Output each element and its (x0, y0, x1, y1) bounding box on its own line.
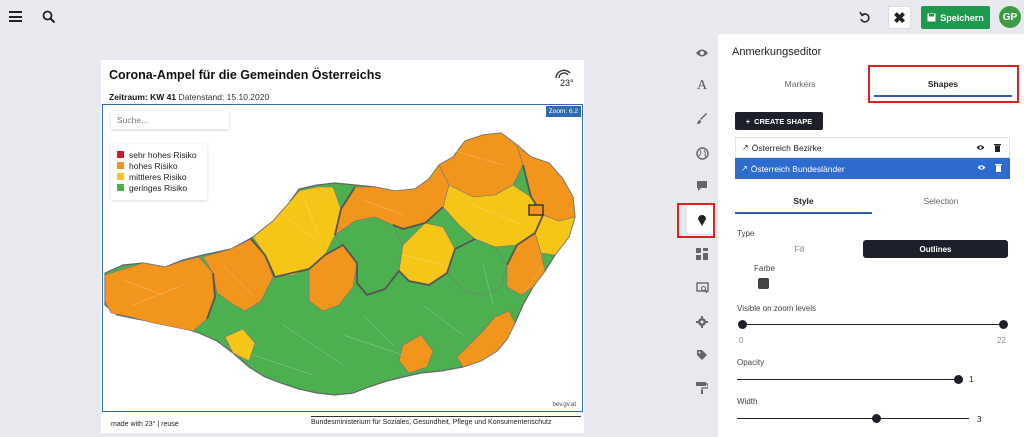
opacity-slider-handle[interactable] (954, 375, 963, 384)
search-icon[interactable] (42, 10, 56, 24)
layout-grid-icon[interactable] (693, 245, 711, 263)
map-view[interactable]: Zoom: 6.2 sehr hohes Risiko hohes Risiko… (102, 104, 583, 412)
close-button[interactable]: ✖ (888, 6, 911, 29)
zoom-min-value: 0 (739, 336, 744, 345)
embed-preview-icon[interactable] (693, 279, 711, 297)
map-title: Corona-Ampel für die Gemeinden Österreic… (109, 68, 382, 82)
line-chart-icon: ↗ (742, 143, 749, 152)
line-chart-icon: ↗ (741, 164, 748, 173)
plus-icon: + (745, 116, 751, 126)
legend-item: hohes Risiko (117, 160, 201, 171)
legend-swatch (117, 173, 124, 180)
hamburger-menu-icon[interactable] (9, 11, 22, 22)
subtab-selection[interactable]: Selection (872, 196, 1010, 214)
zoom-badge: Zoom: 6.2 (545, 106, 581, 117)
tag-icon[interactable] (693, 346, 711, 364)
legend-swatch (117, 151, 124, 158)
opacity-value: 1 (969, 375, 974, 384)
footer-made-with[interactable]: made with 23° | reuse (111, 421, 179, 428)
width-label: Width (737, 397, 758, 406)
type-fill-option[interactable]: Fill (738, 240, 861, 258)
create-shape-button[interactable]: + CREATE SHAPE (735, 112, 823, 130)
top-bar (0, 0, 686, 34)
map-footer: made with 23° | reuse Bundesministerium … (101, 416, 584, 433)
legend-item: geringes Risiko (117, 182, 201, 193)
highlight-box-marker-tool (677, 203, 715, 238)
active-subtab-underline (735, 212, 872, 214)
zoom-max-handle[interactable] (999, 320, 1008, 329)
undo-button[interactable] (854, 7, 876, 27)
layer-item-bundeslaender[interactable]: ↗ Österreich Bundesländer (735, 158, 1010, 179)
opacity-label: Opacity (737, 358, 765, 367)
legend-swatch (117, 184, 124, 191)
gear-icon[interactable] (693, 313, 711, 331)
footer-source: Bundesministerium für Soziales, Gesundhe… (311, 416, 581, 426)
highlight-box-shapes-tab (868, 65, 1019, 103)
undo-icon (859, 11, 870, 23)
save-button[interactable]: Speichern (921, 6, 990, 29)
risk-legend: sehr hohes Risiko hohes Risiko mittleres… (111, 144, 207, 200)
tab-markers[interactable]: Markers (750, 78, 850, 96)
map-search-input[interactable] (111, 111, 229, 129)
right-panel: ✖ Speichern GP A Anmerkungseditor Marker… (677, 0, 1024, 437)
trash-icon[interactable] (995, 163, 1002, 174)
visibility-eye-icon[interactable] (976, 143, 985, 153)
brand-logo: 23° (551, 66, 577, 93)
zoom-levels-label: Visible on zoom levels (737, 304, 817, 313)
zoom-range-track[interactable] (742, 324, 1004, 325)
visibility-eye-icon[interactable] (977, 163, 986, 173)
zoom-max-value: 22 (997, 336, 1006, 345)
panel-toolbar: ✖ Speichern GP (686, 0, 1024, 34)
typography-icon[interactable]: A (693, 77, 711, 95)
floppy-icon (927, 13, 936, 22)
paint-roller-icon[interactable] (693, 379, 711, 397)
legend-item: sehr hohes Risiko (117, 149, 201, 160)
map-card: Corona-Ampel für die Gemeinden Österreic… (101, 60, 584, 433)
annotation-editor: Anmerkungseditor Markers Shapes + CREATE … (718, 34, 1024, 437)
map-credit[interactable]: bev.gv.at (553, 402, 576, 408)
trash-icon[interactable] (994, 143, 1001, 154)
period-line: Zeitraum: KW 41 Datenstand: 15.10.2020 (109, 92, 269, 102)
color-label: Farbe (754, 264, 775, 273)
layer-item-bezirke[interactable]: ↗ Österreich Bezirke (735, 137, 1010, 158)
period-label: Zeitraum: (109, 92, 148, 102)
editor-title: Anmerkungseditor (732, 46, 822, 58)
close-icon: ✖ (893, 9, 906, 27)
brush-icon[interactable] (693, 110, 711, 128)
legend-item: mittleres Risiko (117, 171, 201, 182)
user-avatar[interactable]: GP (999, 6, 1021, 28)
zoom-min-handle[interactable] (738, 320, 747, 329)
data-date: Datenstand: 15.10.2020 (178, 92, 270, 102)
legend-swatch (117, 162, 124, 169)
color-swatch[interactable] (758, 278, 769, 289)
eye-icon[interactable] (693, 44, 711, 62)
opacity-slider-track[interactable] (737, 379, 959, 380)
comment-icon[interactable] (693, 177, 711, 195)
logo-text: 23° (560, 78, 574, 88)
width-value: 3 (977, 415, 982, 424)
globe-icon[interactable] (693, 144, 711, 162)
type-outlines-option[interactable]: Outlines (863, 240, 1008, 258)
width-slider-track[interactable] (737, 418, 969, 419)
period-value: KW 41 (150, 92, 177, 102)
width-slider-handle[interactable] (872, 414, 881, 423)
type-label: Type (737, 229, 755, 238)
